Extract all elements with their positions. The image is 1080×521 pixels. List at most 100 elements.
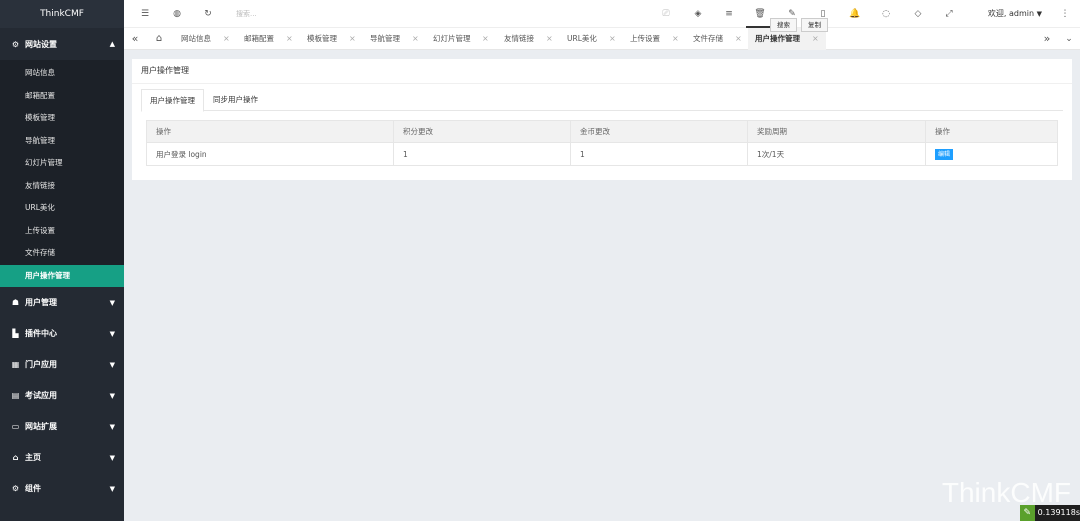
sidebar-group-site-settings[interactable]: ⚙ 网站设置 ▲ xyxy=(0,28,124,60)
debug-timer[interactable]: ✎ 0.139118s xyxy=(1020,505,1080,521)
close-icon[interactable]: × xyxy=(672,28,679,50)
tabs-dropdown-icon[interactable]: ⌄ xyxy=(1059,28,1079,50)
sidebar-item-slides[interactable]: 幻灯片管理 xyxy=(0,152,124,175)
tab-site-info[interactable]: 网站信息 × xyxy=(181,28,235,50)
top-bar: ☰ ◍ ↻ ⎚ ◈ ≡ 🗑 ✎ ▯ 🔔 ◌ ◇ ⤢ 欢迎, admin ▼ ⋮ xyxy=(124,0,1080,28)
sidebar-group-label: 网站设置 xyxy=(25,39,57,49)
brand-logo[interactable]: ThinkCMF xyxy=(0,0,124,28)
menu-toggle-icon[interactable]: ☰ xyxy=(138,7,152,21)
close-icon[interactable]: × xyxy=(349,28,356,50)
sidebar-item-url[interactable]: URL美化 xyxy=(0,197,124,220)
close-icon[interactable]: × xyxy=(223,28,230,50)
tab-navigation[interactable]: 导航管理 × xyxy=(370,28,424,50)
sidebar-group-portal[interactable]: ▦ 门户应用 ▼ xyxy=(0,349,124,380)
home-icon: ⌂ xyxy=(12,453,19,462)
caret-down-icon: ▼ xyxy=(109,484,115,493)
sidebar-item-storage[interactable]: 文件存储 xyxy=(0,242,124,265)
layers-icon[interactable]: ◈ xyxy=(691,7,705,21)
tab-label: 导航管理 xyxy=(370,34,400,43)
tab-label: 模板管理 xyxy=(307,34,337,43)
monitor-icon: ▭ xyxy=(11,422,20,431)
table-row: 用户登录 login 1 1 1次/1天 编辑 xyxy=(146,142,1058,166)
home-tab-icon[interactable]: ⌂ xyxy=(149,28,169,50)
tooltip-search: 搜索 xyxy=(770,18,797,32)
grid-icon: ▦ xyxy=(11,360,20,369)
caret-down-icon: ▼ xyxy=(109,360,115,369)
clear-cache-icon[interactable]: ⎚ xyxy=(659,7,673,21)
caret-down-icon: ▼ xyxy=(1036,10,1042,18)
table-header-row: 操作 积分更改 金币更改 奖励周期 操作 xyxy=(146,120,1058,143)
sidebar-group-label: 门户应用 xyxy=(25,360,57,369)
caret-down-icon: ▼ xyxy=(109,329,115,338)
content-panel: 用户操作管理 用户操作管理 同步用户操作 操作 积分更改 金币更改 奖励周期 操… xyxy=(132,59,1072,180)
bell-icon[interactable]: 🔔 xyxy=(848,7,862,21)
sidebar-submenu: 网站信息 邮箱配置 模板管理 导航管理 幻灯片管理 友情链接 URL美化 上传设… xyxy=(0,60,124,287)
sidebar-group-label: 主页 xyxy=(25,453,41,462)
sidebar-group-exam[interactable]: ▤ 考试应用 ▼ xyxy=(0,380,124,411)
sidebar-item-user-actions[interactable]: 用户操作管理 xyxy=(0,264,124,287)
subtab-user-actions[interactable]: 用户操作管理 xyxy=(141,89,204,112)
welcome-text: 欢迎, admin xyxy=(987,9,1035,18)
cell-operation: 编辑 xyxy=(925,142,1058,166)
sidebar-group-label: 网站扩展 xyxy=(25,422,57,431)
sidebar-group-users[interactable]: ☗ 用户管理 ▼ xyxy=(0,287,124,318)
cell-action: 用户登录 login xyxy=(146,142,394,166)
search-input[interactable] xyxy=(236,6,356,22)
column-header-score: 积分更改 xyxy=(393,120,571,143)
sidebar: ThinkCMF ⚙ 网站设置 ▲ 网站信息 邮箱配置 模板管理 导航管理 幻灯… xyxy=(0,0,124,521)
sidebar-item-upload[interactable]: 上传设置 xyxy=(0,220,124,243)
timer-value: 0.139118s xyxy=(1037,508,1080,517)
cell-score: 1 xyxy=(393,142,571,166)
column-header-action: 操作 xyxy=(146,120,394,143)
close-icon[interactable]: × xyxy=(735,28,742,50)
sidebar-item-navigation[interactable]: 导航管理 xyxy=(0,130,124,153)
edit-button[interactable]: 编辑 xyxy=(935,148,954,160)
tag-icon[interactable]: ◇ xyxy=(911,7,925,21)
trash-icon[interactable]: 🗑 xyxy=(753,7,767,21)
refresh-icon[interactable]: ↻ xyxy=(201,7,215,21)
sub-tabs: 用户操作管理 同步用户操作 xyxy=(141,89,1063,112)
column-header-cycle: 奖励周期 xyxy=(747,120,926,143)
tab-upload[interactable]: 上传设置 × xyxy=(630,28,684,50)
cell-cycle: 1次/1天 xyxy=(747,142,926,166)
tab-label: 幻灯片管理 xyxy=(433,34,471,43)
tab-storage[interactable]: 文件存储 × xyxy=(693,28,747,50)
sidebar-group-label: 插件中心 xyxy=(25,329,57,338)
tabs-scroll-left-icon[interactable]: « xyxy=(125,28,145,50)
more-vertical-icon[interactable]: ⋮ xyxy=(1058,7,1072,21)
sidebar-item-links[interactable]: 友情链接 xyxy=(0,175,124,198)
tab-label: 邮箱配置 xyxy=(244,34,274,43)
sidebar-group-label: 组件 xyxy=(25,484,41,493)
sidebar-group-plugins[interactable]: ▙ 插件中心 ▼ xyxy=(0,318,124,349)
close-icon[interactable]: × xyxy=(482,28,489,50)
comment-icon[interactable]: ◌ xyxy=(879,7,893,21)
column-header-operation: 操作 xyxy=(925,120,1058,143)
tab-template[interactable]: 模板管理 × xyxy=(307,28,361,50)
tab-label: URL美化 xyxy=(567,34,597,43)
close-icon[interactable]: × xyxy=(412,28,419,50)
tab-url[interactable]: URL美化 × xyxy=(567,28,621,50)
plug-icon: ▙ xyxy=(12,329,19,338)
close-icon[interactable]: × xyxy=(286,28,293,50)
users-icon: ☗ xyxy=(11,298,20,307)
divider xyxy=(132,83,1072,84)
sidebar-group-home[interactable]: ⌂ 主页 ▼ xyxy=(0,442,124,473)
tab-slides[interactable]: 幻灯片管理 × xyxy=(433,28,493,50)
close-icon[interactable]: × xyxy=(609,28,616,50)
tab-links[interactable]: 友情链接 × xyxy=(504,28,558,50)
globe-icon[interactable]: ◍ xyxy=(170,7,184,21)
fullscreen-icon[interactable]: ⤢ xyxy=(942,7,956,21)
subtab-sync-actions[interactable]: 同步用户操作 xyxy=(205,89,266,111)
sidebar-group-extensions[interactable]: ▭ 网站扩展 ▼ xyxy=(0,411,124,442)
tabs-scroll-right-icon[interactable]: » xyxy=(1037,28,1057,50)
list-icon[interactable]: ≡ xyxy=(722,7,736,21)
sidebar-item-site-info[interactable]: 网站信息 xyxy=(0,62,124,85)
sidebar-group-components[interactable]: ⚙ 组件 ▼ xyxy=(0,473,124,504)
file-icon: ▤ xyxy=(11,391,20,400)
close-icon[interactable]: × xyxy=(546,28,553,50)
sidebar-item-template[interactable]: 模板管理 xyxy=(0,107,124,130)
sidebar-item-mail-config[interactable]: 邮箱配置 xyxy=(0,85,124,108)
user-menu[interactable]: 欢迎, admin ▼ xyxy=(988,0,1042,28)
tab-mail-config[interactable]: 邮箱配置 × xyxy=(244,28,298,50)
caret-down-icon: ▼ xyxy=(109,298,115,307)
